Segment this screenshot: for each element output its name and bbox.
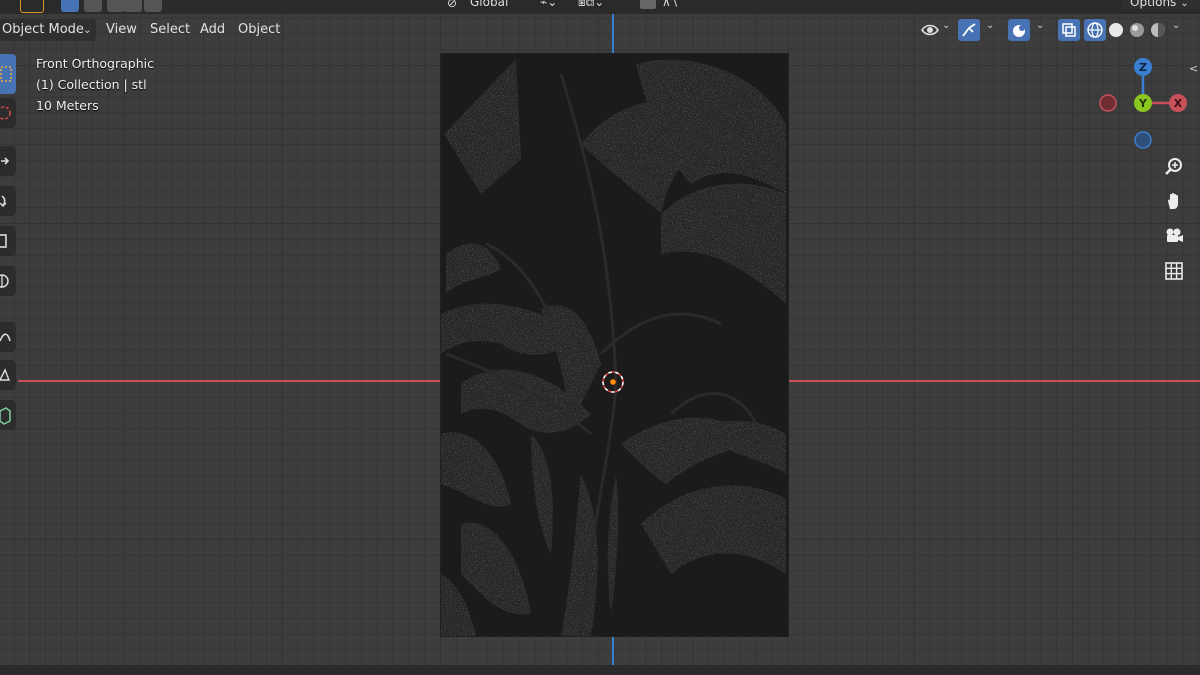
rendered-shading-icon[interactable] (1148, 19, 1168, 41)
top-header-strip: ⊘ Global ⌁⌄ ⧆⧉⌄ ∧∖ Options ⌄ (0, 0, 1200, 14)
select-extend-icon[interactable] (84, 0, 102, 12)
chevron-down-icon[interactable]: ⌄ (1036, 20, 1044, 31)
chevron-down-icon: ⌄ (82, 23, 92, 36)
move-icon (1, 157, 10, 165)
menu-select[interactable]: Select (146, 19, 194, 41)
3d-viewport[interactable] (0, 0, 1200, 675)
zoom-button[interactable] (1160, 153, 1188, 181)
bottom-bar (0, 665, 1200, 675)
select-invert-icon[interactable] (124, 0, 142, 12)
menu-view[interactable]: View (102, 19, 141, 41)
options-menu[interactable]: Options ⌄ (1122, 0, 1200, 9)
scale-tool[interactable] (0, 226, 16, 256)
select-subtract-icon[interactable] (107, 0, 125, 12)
mode-select[interactable]: Object Mode ⌄ (0, 19, 96, 41)
transform-orientation-select[interactable]: Global (470, 0, 508, 9)
select-box-icon (0, 66, 12, 82)
camera-icon (1166, 228, 1183, 242)
overlays-toggle-icon[interactable] (1008, 19, 1030, 41)
chevron-down-icon[interactable]: ⌄ (986, 20, 994, 31)
rotate-icon (0, 195, 7, 207)
view-name: Front Orthographic (36, 56, 154, 71)
gizmo-x-label: X (1174, 97, 1183, 110)
options-label: Options (1130, 0, 1177, 9)
add-cube-tool[interactable] (0, 400, 16, 430)
annotate-tool[interactable] (0, 322, 16, 352)
gizmo-z-neg-icon[interactable] (1134, 131, 1152, 149)
menu-add[interactable]: Add (196, 19, 229, 41)
pivot-icon[interactable]: ⌁⌄ (540, 0, 557, 9)
gizmo-toggle-icon[interactable] (958, 19, 980, 41)
transform-tool[interactable] (0, 266, 16, 296)
gizmo-x-neg-icon[interactable] (1099, 94, 1117, 112)
collection-label: (1) Collection | stl (36, 77, 147, 92)
add-cube-icon (0, 407, 11, 425)
gizmo-z-label: Z (1139, 61, 1147, 74)
cursor-icon (0, 106, 11, 120)
annotate-icon (0, 333, 11, 342)
solid-shading-icon[interactable] (1106, 19, 1126, 41)
select-intersect-icon[interactable] (144, 0, 162, 12)
pan-button[interactable] (1160, 187, 1188, 215)
orientation-icon: ⊘ (447, 0, 458, 10)
perspective-toggle-button[interactable] (1160, 257, 1188, 285)
chevron-down-icon[interactable]: ⌄ (942, 20, 950, 31)
mode-select-box-icon[interactable] (20, 0, 44, 13)
sidebar-expand-icon[interactable]: < (1189, 62, 1198, 75)
wireframe-shading-icon[interactable] (1084, 19, 1106, 41)
grid-view-icon (1165, 262, 1183, 280)
scale-icon (0, 234, 7, 248)
menu-object[interactable]: Object (234, 19, 284, 41)
hand-pan-icon (1168, 192, 1178, 209)
mode-label: Object Mode (2, 22, 84, 37)
navigation-gizmo[interactable]: Z X Y (1095, 55, 1190, 150)
chevron-down-icon[interactable]: ⌄ (1172, 20, 1180, 31)
left-toolbar (0, 50, 18, 440)
transform-icon (0, 274, 9, 288)
camera-view-button[interactable] (1160, 222, 1188, 250)
snap-icon[interactable]: ⧆⧉⌄ (578, 0, 604, 10)
measure-tool[interactable] (0, 360, 16, 390)
chevron-down-icon: ⌄ (1180, 0, 1189, 9)
relief-mesh-object[interactable] (441, 54, 788, 636)
scale-label: 10 Meters (36, 98, 99, 113)
zoom-icon (1165, 158, 1182, 175)
select-new-icon[interactable] (61, 0, 79, 12)
falloff-icon[interactable]: ∧∖ (662, 0, 678, 9)
select-box-tool[interactable] (0, 54, 16, 94)
measure-icon (0, 368, 11, 381)
material-shading-icon[interactable] (1127, 19, 1147, 41)
xray-toggle-icon[interactable] (1058, 19, 1080, 41)
gizmo-y-label: Y (1138, 97, 1148, 110)
visibility-eye-icon[interactable] (920, 19, 940, 41)
rotate-tool[interactable] (0, 186, 16, 216)
proportional-edit-icon[interactable] (640, 0, 656, 9)
move-tool[interactable] (0, 146, 16, 176)
3d-cursor-icon[interactable] (600, 369, 626, 395)
cursor-tool[interactable] (0, 98, 16, 128)
